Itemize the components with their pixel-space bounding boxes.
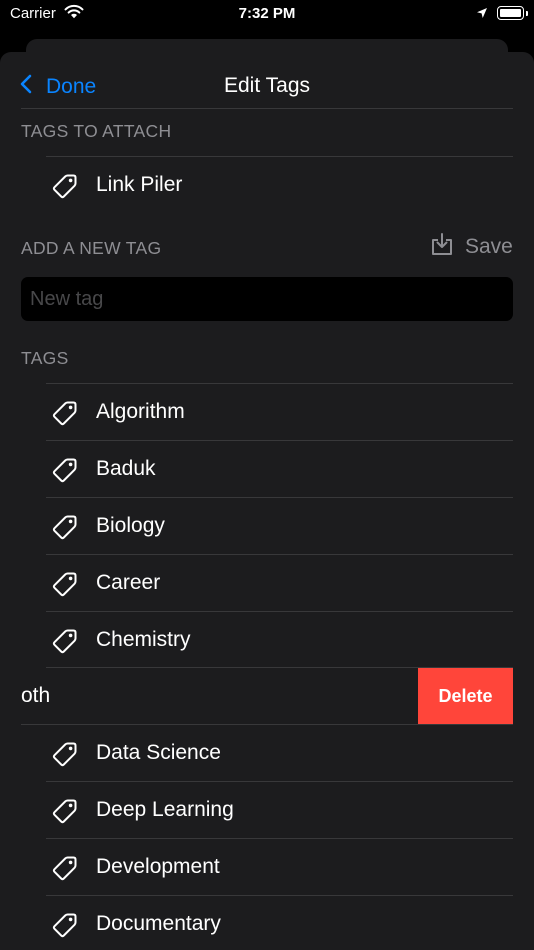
- tag-row[interactable]: Documentary: [0, 896, 534, 950]
- tag-row[interactable]: Deep Learning: [0, 782, 534, 838]
- tag-label: Deep Learning: [96, 798, 234, 821]
- navigation-bar: Done Edit Tags: [0, 52, 534, 109]
- tag-label: Chemistry: [96, 628, 191, 651]
- download-tray-icon: [431, 232, 453, 262]
- tag-icon: [52, 173, 78, 199]
- tag-label: Link Piler: [96, 173, 183, 196]
- tag-icon: [52, 855, 78, 881]
- tag-label: Documentary: [96, 912, 221, 935]
- tag-label: Biology: [96, 514, 165, 537]
- tag-label: oth: [21, 684, 51, 707]
- attach-tag-row[interactable]: Link Piler: [0, 157, 534, 213]
- tag-row[interactable]: Career: [0, 555, 534, 611]
- tag-icon: [52, 912, 78, 938]
- location-arrow-icon: [476, 6, 488, 24]
- tag-row[interactable]: Chemistry: [0, 612, 534, 668]
- page-title: Edit Tags: [224, 74, 310, 97]
- tag-icon: [52, 457, 78, 483]
- edit-tags-sheet: Done Edit Tags TAGS TO ATTACH Link Piler…: [0, 52, 534, 950]
- tag-row[interactable]: Baduk: [0, 441, 534, 497]
- delete-button[interactable]: Delete: [418, 668, 513, 724]
- new-tag-input[interactable]: [21, 277, 513, 321]
- save-button[interactable]: Save: [431, 232, 513, 262]
- tag-row[interactable]: Biology: [0, 498, 534, 554]
- tags-section-header: TAGS: [21, 348, 69, 368]
- status-time: 7:32 PM: [238, 5, 296, 22]
- save-label: Save: [465, 235, 513, 258]
- tag-icon: [52, 741, 78, 767]
- tag-icon: [52, 400, 78, 426]
- tag-row[interactable]: Data Science: [0, 725, 534, 781]
- tag-icon: [52, 798, 78, 824]
- tag-label: Baduk: [96, 457, 156, 480]
- attach-section-header: TAGS TO ATTACH: [21, 121, 172, 141]
- battery-icon: [497, 6, 528, 20]
- swiped-tag-row[interactable]: oth Delete: [0, 668, 534, 724]
- tag-row[interactable]: Development: [0, 839, 534, 895]
- tag-icon: [52, 571, 78, 597]
- tag-label: Development: [96, 855, 220, 878]
- tag-label: Data Science: [96, 741, 221, 764]
- nav-divider: [21, 108, 513, 109]
- tag-icon: [52, 514, 78, 540]
- tag-row[interactable]: Algorithm: [0, 384, 534, 440]
- new-tag-section-header: ADD A NEW TAG: [21, 238, 162, 258]
- tag-icon: [52, 628, 78, 654]
- tag-label: Career: [96, 571, 161, 594]
- tag-label: Algorithm: [96, 400, 185, 423]
- status-bar: Carrier 7:32 PM: [0, 0, 534, 30]
